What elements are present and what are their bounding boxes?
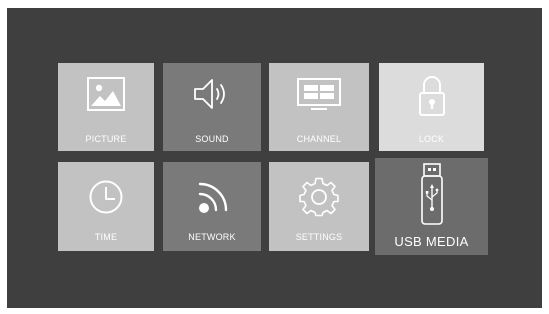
wifi-icon <box>198 182 228 213</box>
usb-drive-icon <box>420 163 443 225</box>
tile-network-label: NETWORK <box>188 232 236 242</box>
tile-settings[interactable]: SETTINGS <box>269 162 369 251</box>
padlock-icon <box>418 76 445 116</box>
tile-picture[interactable]: PICTURE <box>58 63 154 151</box>
picture-icon <box>87 77 125 111</box>
tile-sound-label: SOUND <box>195 134 229 144</box>
tile-time[interactable]: TIME <box>58 162 154 251</box>
tile-channel[interactable]: CHANNEL <box>269 63 369 151</box>
tile-network[interactable]: NETWORK <box>163 162 261 251</box>
tile-lock-label: LOCK <box>418 134 445 144</box>
tile-channel-label: CHANNEL <box>296 134 342 144</box>
tile-sound[interactable]: SOUND <box>163 63 261 151</box>
speaker-icon <box>194 79 225 109</box>
tv-screen: PICTURE SOUND CHANNEL LOCK TIME NETWORK … <box>7 8 542 308</box>
tile-lock[interactable]: LOCK <box>379 63 484 151</box>
tile-usb-media[interactable]: USB MEDIA <box>375 158 488 255</box>
tile-settings-label: SETTINGS <box>295 232 343 242</box>
tile-time-label: TIME <box>94 232 118 242</box>
monitor-icon <box>297 78 341 110</box>
clock-icon <box>89 180 123 214</box>
gear-icon <box>299 177 339 217</box>
tile-usb-media-label: USB MEDIA <box>394 234 469 249</box>
tile-picture-label: PICTURE <box>85 134 127 144</box>
